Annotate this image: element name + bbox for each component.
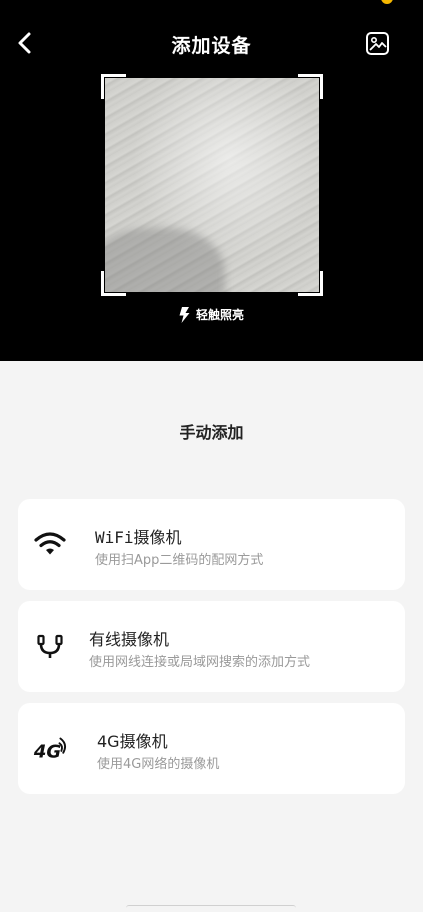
qr-scan-frame [101, 74, 323, 296]
option-subtitle: 使用网线连接或局域网搜索的添加方式 [89, 655, 311, 670]
option-title: 4G摄像机 [97, 732, 168, 751]
album-button[interactable] [364, 30, 391, 57]
option-wired-camera[interactable]: 有线摄像机 使用网线连接或局域网搜索的添加方式 [18, 601, 405, 692]
option-title: 有线摄像机 [89, 630, 170, 649]
option-wifi-camera[interactable]: WiFi摄像机 使用扫App二维码的配网方式 [18, 499, 405, 590]
camera-preview [105, 78, 319, 292]
scan-corner-top-left [101, 74, 126, 99]
4g-signal-icon: 4G [32, 731, 68, 765]
scan-corner-bottom-right [298, 271, 323, 296]
top-bar: 添加设备 [0, 26, 423, 62]
manual-add-title: 手动添加 [179, 423, 244, 442]
status-bar-glyph [381, 0, 393, 4]
option-4g-camera[interactable]: 4G 4G摄像机 使用4G网络的摄像机 [18, 703, 405, 794]
scan-corner-bottom-left [101, 271, 126, 296]
flash-icon [179, 306, 190, 323]
ethernet-cable-icon [32, 629, 68, 663]
option-title: WiFi摄像机 [95, 528, 182, 547]
image-icon [366, 32, 389, 55]
page-title: 添加设备 [171, 35, 252, 57]
wifi-icon [32, 527, 68, 561]
torch-label: 轻触照亮 [195, 308, 244, 322]
option-subtitle: 使用扫App二维码的配网方式 [95, 553, 264, 568]
option-subtitle: 使用4G网络的摄像机 [97, 757, 220, 772]
camera-scan-area: 添加设备 轻触照亮 [0, 0, 423, 361]
scan-corner-top-right [298, 74, 323, 99]
torch-toggle[interactable]: 轻触照亮 [0, 306, 423, 326]
svg-text:4G: 4G [33, 741, 61, 762]
